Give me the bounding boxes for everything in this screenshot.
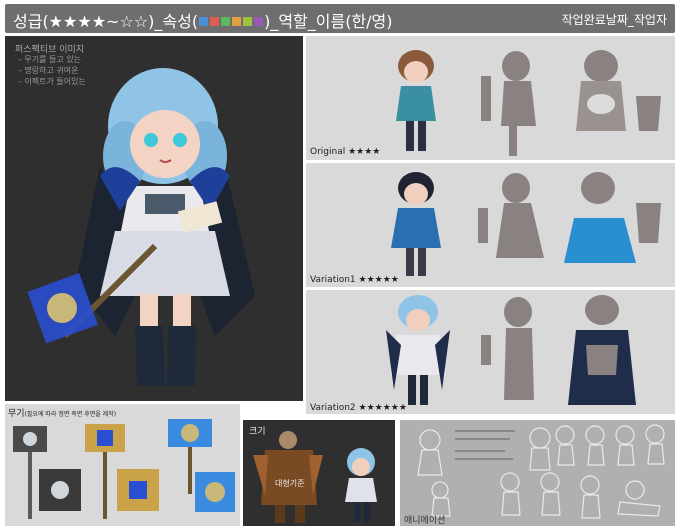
attribute-swatch-1	[210, 16, 220, 26]
weapon-designs	[13, 419, 235, 519]
row-original-label: Original ★★★★	[310, 147, 381, 157]
perspective-panel: 퍼스펙티브 이미지 - 무기를 들고 있는 - 명랑하고 귀여운 - 이펙트가 …	[5, 36, 303, 401]
header-bar: 성급(★★★★~☆☆)_속성( )_역할_이름(한/영) 작업완료날짜_작업자	[5, 4, 675, 33]
character-sheet: 성급(★★★★~☆☆)_속성( )_역할_이름(한/영) 작업완료날짜_작업자 …	[0, 0, 680, 531]
variation2-turnaround	[386, 295, 636, 405]
weapon-panel: 무기(필요에 따라 정면 측면 후면을 제작)	[5, 404, 240, 526]
row-variation1-label: Variation1 ★★★★★	[310, 275, 399, 285]
size-badge: 대형기준	[275, 479, 305, 488]
attribute-swatches	[198, 11, 264, 30]
attribute-swatch-3	[232, 16, 242, 26]
animation-label: 애니메이션	[404, 516, 446, 526]
sheet-title: 성급(★★★★~☆☆)_속성( )_역할_이름(한/영)	[13, 11, 393, 31]
attribute-swatch-0	[199, 16, 209, 26]
size-panel: 크기 대형기준	[243, 420, 395, 526]
attribute-swatch-5	[254, 16, 264, 26]
attribute-swatch-4	[243, 16, 253, 26]
animation-panel: 애니메이션	[400, 420, 675, 526]
row-variation2-label: Variation2 ★★★★★★	[310, 403, 407, 413]
original-turnaround	[396, 50, 661, 156]
animation-sketches	[417, 424, 665, 519]
main-character-illustration	[27, 68, 255, 386]
size-comparison	[253, 431, 377, 523]
turnaround-row-variation2: Variation2 ★★★★★★	[306, 290, 675, 414]
variation1-turnaround	[391, 172, 661, 276]
turnaround-row-original: Original ★★★★	[306, 36, 675, 160]
turnaround-row-variation1: Variation1 ★★★★★	[306, 163, 675, 287]
attribute-swatch-2	[221, 16, 231, 26]
completion-info: 작업완료날짜_작업자	[561, 13, 667, 27]
